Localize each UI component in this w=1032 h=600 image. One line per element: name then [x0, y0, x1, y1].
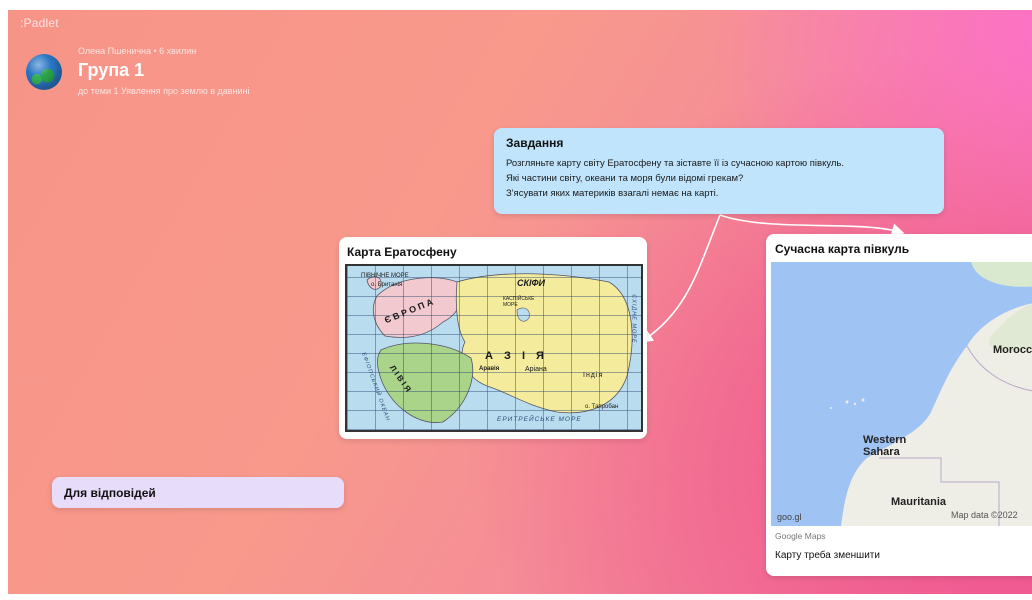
page-subtitle: до теми 1 Уявлення про землю в давнині [78, 86, 250, 96]
padlet-canvas: :Padlet Олена Пшенична • 6 хвилин Група … [8, 10, 1032, 594]
globe-icon [26, 54, 62, 90]
map-label-morocco: Morocco [993, 344, 1032, 356]
label-north-sea: ПІВНІЧНЕ МОРЕ [361, 273, 409, 279]
google-map-land [830, 262, 1032, 526]
task-card-title: Завдання [506, 136, 564, 150]
eratosthenes-map-image: ПІВНІЧНЕ МОРЕ о. Британія Є В Р О П А СК… [345, 264, 643, 432]
answers-card[interactable]: Для відповідей [52, 477, 344, 508]
connector-task-to-erato [640, 214, 721, 343]
task-line-2: Які частини світу, океани та моря були в… [506, 173, 744, 184]
task-line-1: Розгляньте карту світу Ератосфену та зіс… [506, 158, 845, 169]
label-taprobane: о. Тапробан [585, 404, 619, 410]
label-india: Індія [583, 372, 604, 379]
label-asia: А З І Я [485, 350, 548, 362]
label-scythia: СКІФИ [517, 278, 546, 288]
label-caspian: КАСПІЙСЬКЕ МОРЕ [503, 296, 535, 308]
answers-card-title: Для відповідей [64, 485, 156, 500]
author-meta: Олена Пшенична • 6 хвилин [78, 46, 197, 56]
eratosthenes-card[interactable]: Карта Ератосфену ПІВНІЧНЕ МОРЕ о. Британ… [339, 237, 647, 439]
label-ariana: Аріана [525, 366, 547, 373]
task-line-3: З'ясувати яких материків взагалі немає н… [506, 188, 719, 199]
label-britain: о. Британія [371, 282, 403, 288]
padlet-logo[interactable]: :Padlet [20, 16, 59, 30]
map-label-western-sahara: Western Sahara [863, 434, 907, 458]
modern-map-card[interactable]: Сучасна карта півкуль Morocco Western Sa… [766, 234, 1032, 576]
label-arabia: Аравія [479, 366, 500, 372]
map-link[interactable]: goo.gl [777, 512, 802, 522]
map-source[interactable]: Google Maps [775, 531, 826, 541]
page-title: Група 1 [78, 60, 145, 80]
screenshot-frame: :Padlet Олена Пшенична • 6 хвилин Група … [0, 0, 1032, 600]
eratosthenes-card-title: Карта Ератосфену [347, 245, 457, 259]
label-eritrean-sea: ЕРИТРЕЙСЬКЕ МОРЕ [497, 416, 582, 423]
modern-map-card-title: Сучасна карта півкуль [775, 242, 910, 256]
connector-task-to-modern [719, 214, 905, 236]
modern-map-caption: Карту треба зменшити [775, 550, 880, 561]
google-map-embed[interactable]: Morocco Western Sahara Mauritania goo.gl… [771, 262, 1032, 526]
task-card[interactable]: Завдання Розгляньте карту світу Ератосфе… [494, 128, 944, 214]
map-attribution: Map data ©2022 [951, 510, 1018, 520]
label-east-sea: СХІДНЕ МОРЕ [630, 294, 637, 344]
map-label-mauritania: Mauritania [891, 496, 947, 508]
